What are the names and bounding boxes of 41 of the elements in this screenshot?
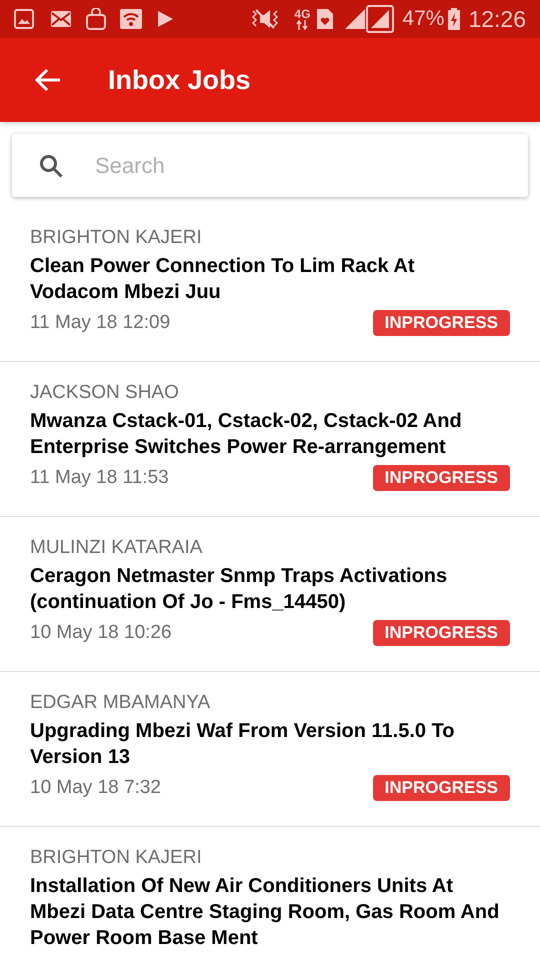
battery-charging-icon — [448, 8, 460, 30]
back-arrow-icon[interactable] — [35, 68, 61, 92]
status-badge: INPROGRESS — [372, 775, 510, 802]
assignee-name: BRIGHTON KAJERI — [30, 846, 203, 870]
network-type-text: 4G — [294, 8, 310, 20]
gallery-icon — [14, 9, 34, 29]
screen-title: Inbox Jobs — [108, 64, 251, 97]
data-arrows-icon — [296, 20, 308, 30]
mute-vibrate-icon — [250, 8, 280, 30]
search-field[interactable]: Search — [95, 149, 528, 182]
assignee-name: EDGAR MBAMANYA — [30, 691, 212, 715]
job-item[interactable]: BRIGHTON KAJERI Clean Power Connection To Lim Rack At Vodacom Mbezi Juu 11 May 18 12:09 INPROGRESS — [0, 207, 540, 362]
mail-icon — [50, 10, 72, 28]
assignee-name: BRIGHTON KAJERI — [30, 226, 203, 250]
status-badge: INPROGRESS — [372, 465, 510, 492]
job-item[interactable]: JACKSON SHAO Mwanza Cstack-01, Cstack-02, Cstack-02 And Enterprise Switches Power Re-arrangement 11 May 18 11:53 INPROGRESS — [0, 362, 540, 517]
assignee-name: JACKSON SHAO — [30, 381, 180, 405]
job-title: Mwanza Cstack-01, Cstack-02, Cstack-02 And Enterprise Switches Power Re-arrangement — [30, 409, 463, 460]
bag-icon — [86, 8, 106, 30]
status-badge: INPROGRESS — [372, 310, 510, 336]
job-date: 11 May 18 11:53 — [30, 466, 169, 490]
search-icon — [39, 154, 63, 178]
search-bar[interactable]: Search — [12, 134, 528, 197]
job-title: Clean Power Connection To Lim Rack At Vodacom Mbezi Juu — [30, 254, 416, 305]
job-title: Ceragon Netmaster Snmp Traps Activations (continuation Of Jo - Fms_14450) — [30, 564, 448, 615]
wifi-icon — [120, 9, 142, 29]
assignee-name: MULINZI KATARAIA — [30, 536, 204, 560]
job-item[interactable]: BRIGHTON KAJERI Installation Of New Air Conditioners Units At Mbezi Data Centre Staging Room, Gas Room And Power Room Base Ment — [0, 827, 540, 960]
status-badge: INPROGRESS — [372, 620, 510, 646]
job-item[interactable]: EDGAR MBAMANYA Upgrading Mbezi Waf From Version 11.5.0 To Version 13 10 May 18 7:32 INPROGRESS — [0, 672, 540, 827]
battery-percent: 47% — [402, 6, 444, 32]
job-title: Upgrading Mbezi Waf From Version 11.5.0 To Version 13 — [30, 719, 456, 770]
signal-icon — [366, 5, 394, 33]
clock: 12:26 — [468, 4, 526, 34]
sim-heart-icon — [316, 8, 334, 30]
signal-icon — [344, 8, 366, 30]
job-date: 10 May 18 7:32 — [30, 776, 161, 800]
job-date: 10 May 18 10:26 — [30, 621, 172, 645]
job-date: 11 May 18 12:09 — [30, 311, 170, 335]
job-title: Installation Of New Air Conditioners Units At Mbezi Data Centre Staging Room, Gas Room And Power Room Base Ment — [30, 874, 500, 951]
job-item[interactable]: MULINZI KATARAIA Ceragon Netmaster Snmp Traps Activations (continuation Of Jo - Fms_14450) 10 May 18 10:26 INPROGRESS — [0, 517, 540, 672]
